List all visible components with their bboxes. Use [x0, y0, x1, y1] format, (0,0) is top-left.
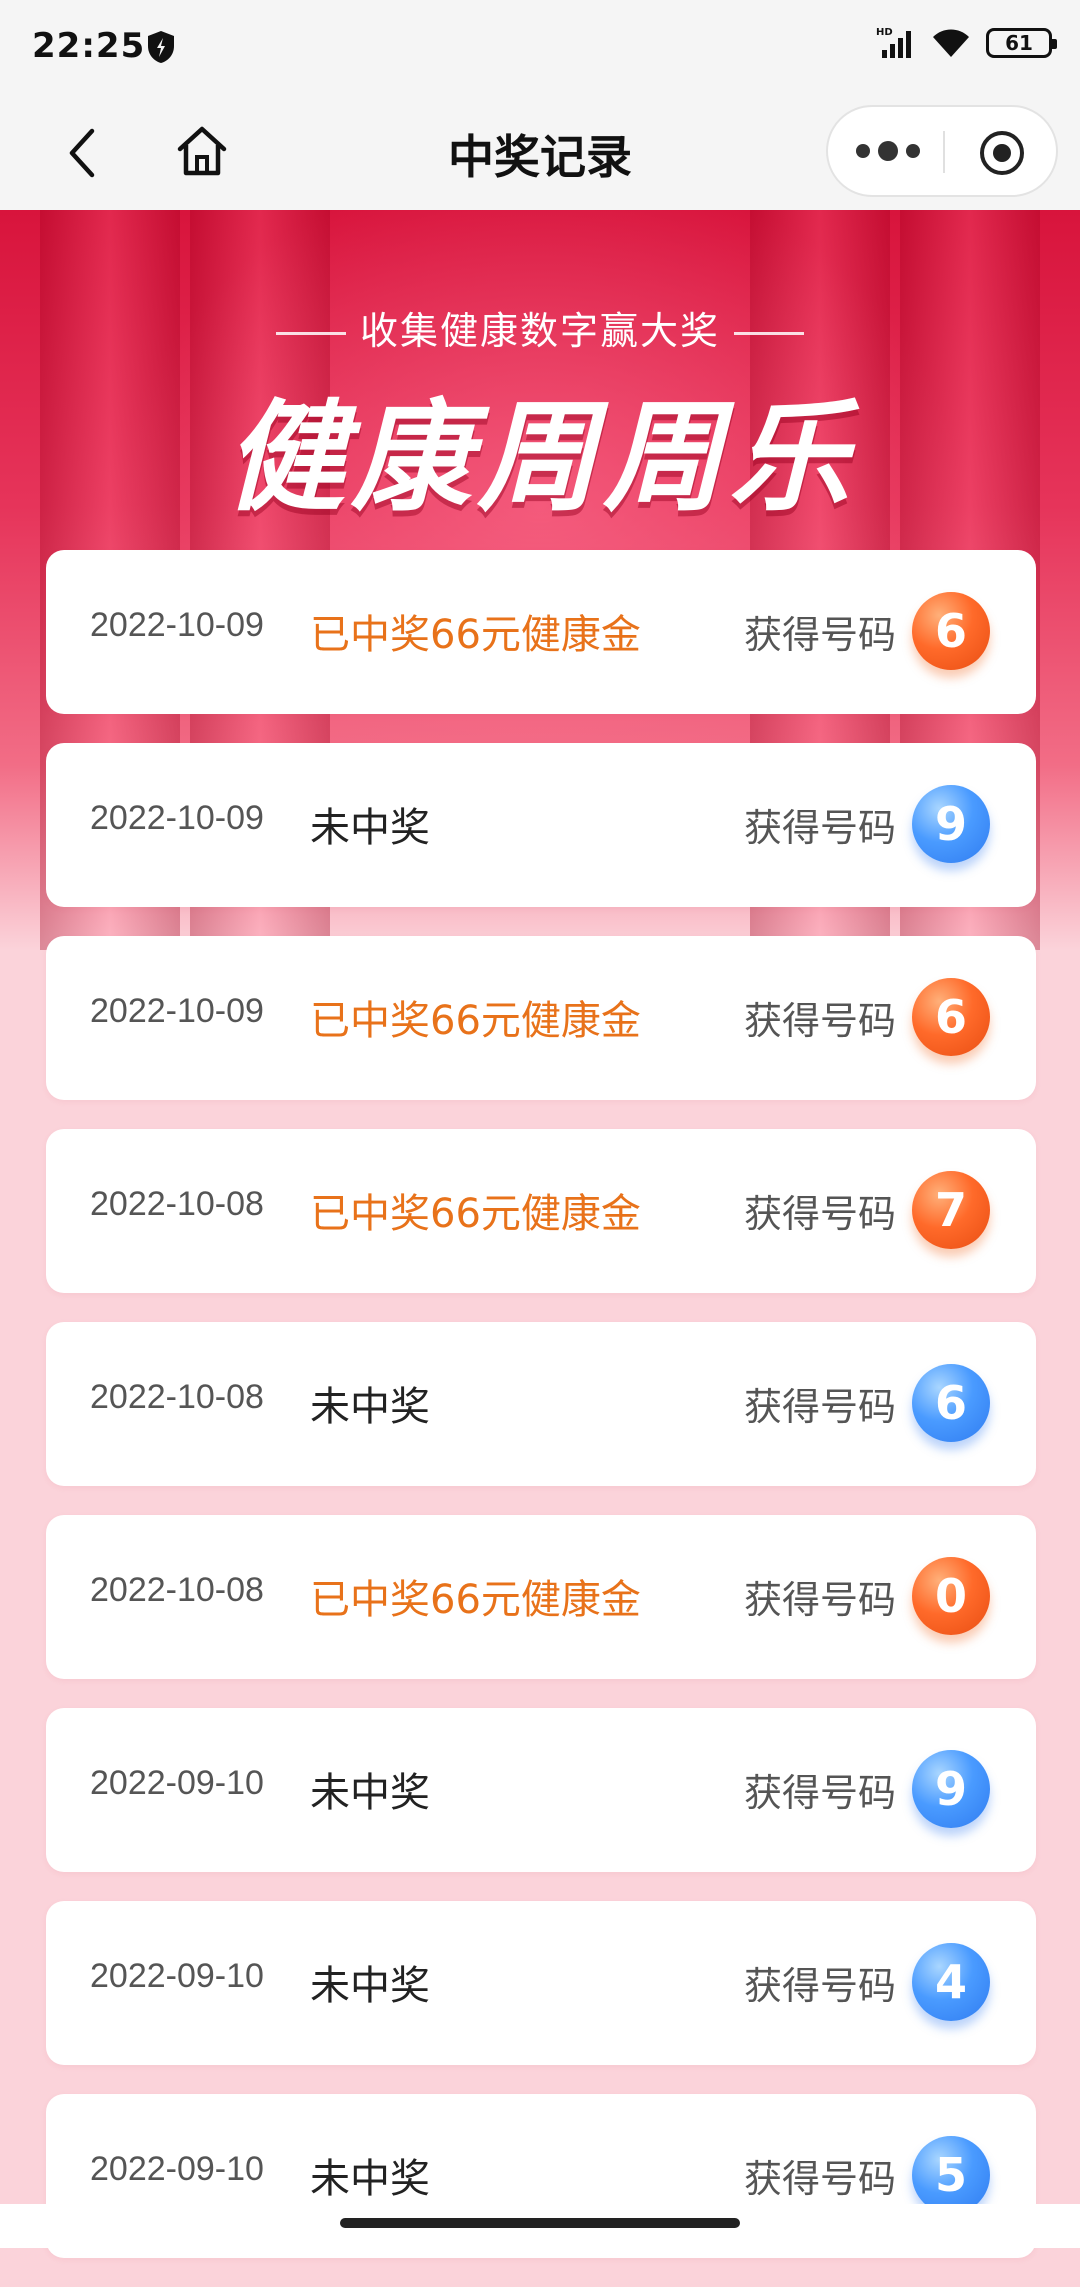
record-status: 已中奖66元健康金 — [310, 612, 641, 658]
record-number-label: 获得号码 — [744, 1385, 897, 1429]
capsule-divider — [943, 131, 945, 173]
banner-subtitle: 收集健康数字赢大奖 — [0, 300, 1080, 355]
record-status: 未中奖 — [310, 1770, 430, 1816]
home-indicator[interactable] — [340, 2218, 740, 2228]
record-date: 2022-09-10 — [90, 2150, 264, 2188]
record-row: 2022-10-08 已中奖66元健康金 获得号码 7 — [46, 1129, 1036, 1293]
record-number-label: 获得号码 — [744, 1192, 897, 1236]
mini-program-capsule — [826, 105, 1058, 197]
record-date: 2022-10-09 — [90, 799, 264, 837]
record-number-label: 获得号码 — [744, 999, 897, 1043]
record-date: 2022-10-08 — [90, 1378, 264, 1416]
record-status: 未中奖 — [310, 1384, 430, 1430]
number-ball: 6 — [912, 978, 990, 1056]
status-time: 22:25 — [32, 26, 146, 66]
record-row: 2022-10-09 已中奖66元健康金 获得号码 6 — [46, 936, 1036, 1100]
record-row: 2022-10-08 未中奖 获得号码 6 — [46, 1322, 1036, 1486]
number-ball: 9 — [912, 785, 990, 863]
signal-icon: HD — [876, 27, 911, 58]
record-row: 2022-10-08 已中奖66元健康金 获得号码 0 — [46, 1515, 1036, 1679]
record-number-label: 获得号码 — [744, 2157, 897, 2201]
record-number-label: 获得号码 — [744, 1771, 897, 1815]
number-ball: 6 — [912, 1364, 990, 1442]
record-row: 2022-09-10 未中奖 获得号码 4 — [46, 1901, 1036, 2065]
battery-level: 61 — [1005, 31, 1033, 55]
number-ball: 5 — [912, 2136, 990, 2214]
number-ball: 7 — [912, 1171, 990, 1249]
gesture-bar-area — [0, 2204, 1080, 2248]
record-status: 已中奖66元健康金 — [310, 1191, 641, 1237]
banner-title: 健康周周乐 — [225, 389, 855, 528]
record-status: 已中奖66元健康金 — [310, 1577, 641, 1623]
record-row: 2022-09-10 未中奖 获得号码 9 — [46, 1708, 1036, 1872]
record-date: 2022-09-10 — [90, 1957, 264, 1995]
wifi-icon — [933, 29, 969, 57]
more-dots-icon[interactable] — [856, 141, 920, 161]
record-status: 未中奖 — [310, 1963, 430, 2009]
record-number-label: 获得号码 — [744, 806, 897, 850]
record-row: 2022-10-09 已中奖66元健康金 获得号码 6 — [46, 550, 1036, 714]
record-number-label: 获得号码 — [744, 613, 897, 657]
record-date: 2022-09-10 — [90, 1764, 264, 1802]
record-date: 2022-10-09 — [90, 606, 264, 644]
number-ball: 4 — [912, 1943, 990, 2021]
record-date: 2022-10-08 — [90, 1571, 264, 1609]
record-number-label: 获得号码 — [744, 1964, 897, 2008]
shield-icon — [148, 31, 174, 63]
record-status: 已中奖66元健康金 — [310, 998, 641, 1044]
nav-bar: 中奖记录 — [0, 95, 1080, 210]
banner-subtitle-text: 收集健康数字赢大奖 — [359, 309, 720, 353]
record-date: 2022-10-08 — [90, 1185, 264, 1223]
record-status: 未中奖 — [310, 2156, 430, 2202]
record-date: 2022-10-09 — [90, 992, 264, 1030]
prize-record-list: 2022-10-09 已中奖66元健康金 获得号码 6 2022-10-09 未中奖 获得号… — [46, 550, 1036, 2287]
battery-icon: 61 — [986, 28, 1057, 58]
record-row: 2022-10-09 未中奖 获得号码 9 — [46, 743, 1036, 907]
number-ball: 6 — [912, 592, 990, 670]
record-status: 未中奖 — [310, 805, 430, 851]
status-bar: 22:25 HD 61 — [0, 0, 1080, 95]
number-ball: 0 — [912, 1557, 990, 1635]
network-badge: HD — [876, 27, 893, 38]
status-indicators: HD 61 — [876, 26, 1057, 60]
record-number-label: 获得号码 — [744, 1578, 897, 1622]
number-ball: 9 — [912, 1750, 990, 1828]
close-target-icon[interactable] — [978, 129, 1026, 177]
